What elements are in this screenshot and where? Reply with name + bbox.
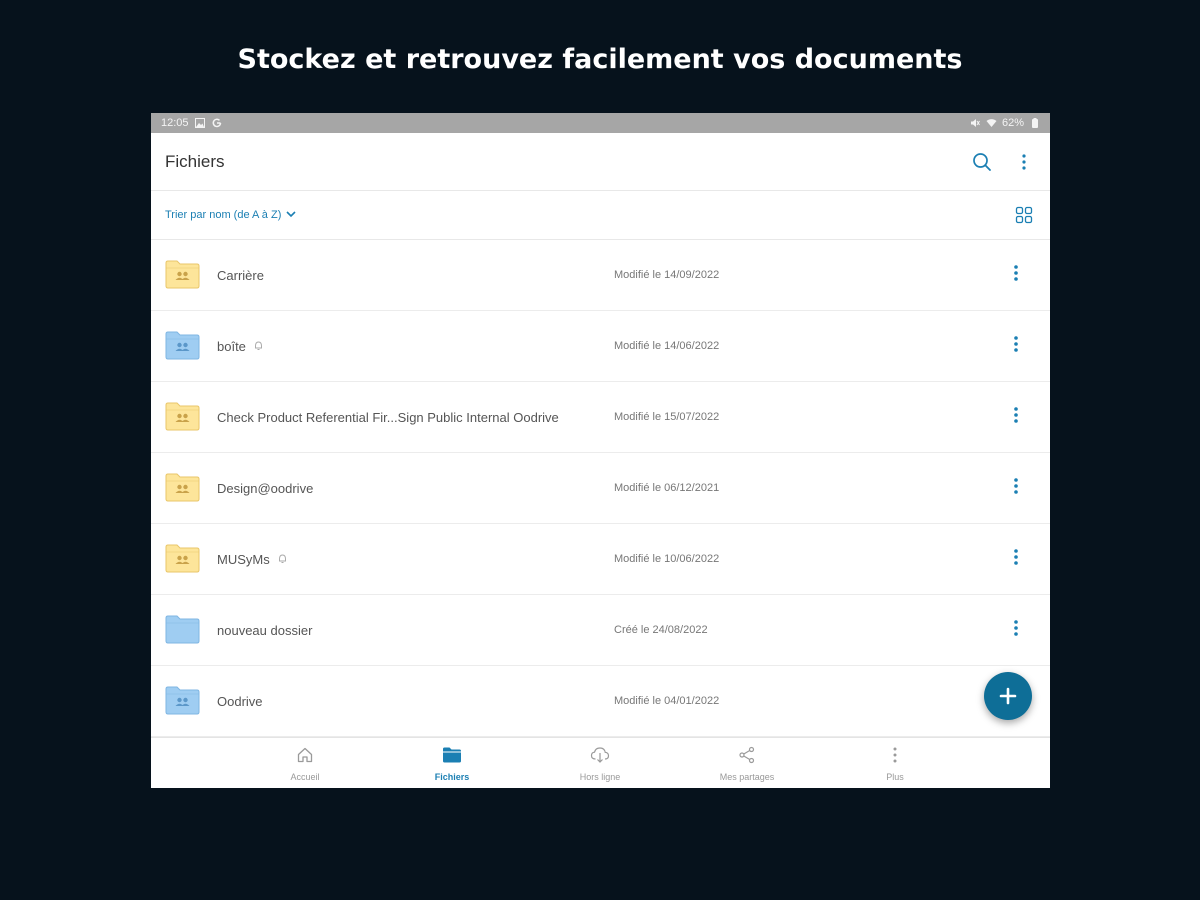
- file-name-group: MUSyMs: [217, 552, 287, 567]
- file-row[interactable]: Design@oodrive Modifié le 06/12/2021: [151, 453, 1050, 524]
- nav-item-label: Fichiers: [434, 771, 470, 782]
- folder-icon: [165, 614, 200, 649]
- more-options-icon[interactable]: [1013, 263, 1019, 288]
- search-icon[interactable]: [970, 150, 994, 174]
- file-row[interactable]: Carrière Modifié le 14/09/2022: [151, 240, 1050, 311]
- file-date: Modifié le 06/12/2021: [614, 482, 720, 494]
- file-name: Check Product Referential Fir...Sign Pub…: [217, 409, 559, 425]
- more-options-icon[interactable]: [1013, 334, 1019, 359]
- shared-folder-icon: [165, 472, 200, 507]
- status-time: 12:05: [161, 117, 189, 129]
- mute-icon: [970, 118, 981, 129]
- file-name: Design@oodrive: [217, 480, 314, 496]
- bell-icon: [278, 552, 287, 567]
- more-options-icon[interactable]: [1012, 150, 1036, 174]
- shared-folder-icon: [165, 330, 200, 365]
- file-name: nouveau dossier: [217, 622, 313, 638]
- more-options-icon[interactable]: [1013, 618, 1019, 643]
- nav-item-plus[interactable]: Plus: [845, 738, 945, 788]
- more-vertical-icon: [892, 746, 898, 769]
- chevron-down-icon: [285, 209, 297, 221]
- sort-dropdown[interactable]: Trier par nom (de A à Z): [165, 209, 297, 221]
- file-name-group: Check Product Referential Fir...Sign Pub…: [217, 410, 559, 425]
- more-options-icon[interactable]: [1013, 547, 1019, 572]
- app-bar: Fichiers: [151, 133, 1050, 191]
- file-name-group: boîte: [217, 339, 263, 354]
- more-options-icon[interactable]: [1013, 405, 1019, 430]
- file-name: Carrière: [217, 267, 264, 283]
- nav-item-label: Hors ligne: [579, 771, 621, 782]
- file-name-group: Oodrive: [217, 694, 263, 709]
- wifi-icon: [986, 118, 997, 129]
- plus-icon: [999, 687, 1017, 705]
- shared-folder-icon: [165, 401, 200, 436]
- nav-item-hors-ligne[interactable]: Hors ligne: [550, 738, 650, 788]
- shared-folder-icon: [165, 685, 200, 720]
- nav-item-label: Mes partages: [719, 771, 775, 782]
- nav-item-fichiers[interactable]: Fichiers: [402, 738, 502, 788]
- file-list: Carrière Modifié le 14/09/2022 boîte Modifi…: [151, 240, 1050, 737]
- folder-icon: [442, 746, 462, 769]
- file-name: Oodrive: [217, 693, 263, 709]
- battery-icon: [1029, 118, 1040, 129]
- page-title: Fichiers: [165, 151, 225, 171]
- file-name-group: nouveau dossier: [217, 623, 312, 638]
- file-date: Modifié le 04/01/2022: [614, 695, 720, 707]
- file-name: boîte: [217, 338, 246, 354]
- shared-folder-icon: [165, 259, 200, 294]
- file-name: MUSyMs: [217, 551, 270, 567]
- battery-level: 62%: [1001, 117, 1024, 129]
- nav-item-label: Plus: [886, 771, 904, 782]
- file-row[interactable]: boîte Modifié le 14/06/2022: [151, 311, 1050, 382]
- headline: Stockez et retrouvez facilement vos docu…: [237, 44, 963, 75]
- file-row[interactable]: MUSyMs Modifié le 10/06/2022: [151, 524, 1050, 595]
- google-notification-icon: [212, 118, 223, 129]
- file-row[interactable]: nouveau dossier Créé le 24/08/2022: [151, 595, 1050, 666]
- sort-bar: Trier par nom (de A à Z): [151, 191, 1050, 240]
- home-icon: [296, 746, 314, 769]
- nav-item-mes-partages[interactable]: Mes partages: [697, 738, 797, 788]
- file-date: Modifié le 15/07/2022: [614, 411, 720, 423]
- sort-label: Trier par nom (de A à Z): [165, 209, 282, 221]
- file-name-group: Carrière: [217, 268, 264, 283]
- tablet-screen: 12:05 62% Fichiers Trier par nom (de A à…: [151, 113, 1050, 788]
- cloud-download-icon: [590, 746, 610, 769]
- nav-item-label: Accueil: [290, 771, 320, 782]
- nav-item-accueil[interactable]: Accueil: [255, 738, 355, 788]
- file-name-group: Design@oodrive: [217, 481, 313, 496]
- bottom-navigation: Accueil Fichiers Hors ligne Mes partages Plu…: [151, 737, 1050, 788]
- add-button[interactable]: [984, 672, 1032, 720]
- share-icon: [738, 746, 756, 769]
- file-date: Modifié le 14/09/2022: [614, 269, 720, 281]
- file-date: Modifié le 10/06/2022: [614, 553, 720, 565]
- file-row[interactable]: Oodrive Modifié le 04/01/2022: [151, 666, 1050, 737]
- grid-view-icon[interactable]: [1012, 203, 1036, 227]
- shared-folder-icon: [165, 543, 200, 578]
- image-notification-icon: [195, 118, 206, 129]
- more-options-icon[interactable]: [1013, 476, 1019, 501]
- status-bar: 12:05 62%: [151, 113, 1050, 133]
- file-date: Créé le 24/08/2022: [614, 624, 708, 636]
- file-row[interactable]: Check Product Referential Fir...Sign Pub…: [151, 382, 1050, 453]
- bell-icon: [254, 339, 263, 354]
- file-date: Modifié le 14/06/2022: [614, 340, 720, 352]
